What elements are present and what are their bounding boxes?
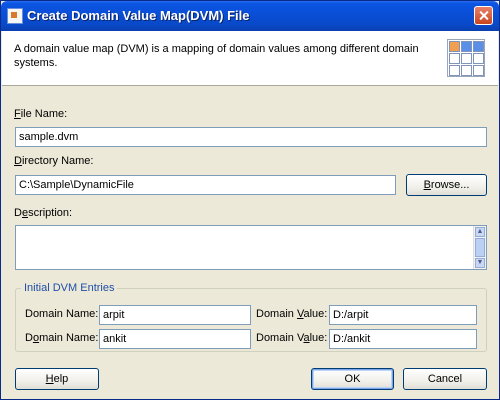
scroll-down-arrow-icon[interactable]: ▼ <box>475 258 485 268</box>
info-description: A domain value map (DVM) is a mapping of… <box>14 43 419 69</box>
file-name-input[interactable]: sample.dvm <box>15 127 487 147</box>
help-button[interactable]: Help <box>15 368 99 390</box>
directory-name-input[interactable]: C:\Sample\DynamicFile <box>15 175 396 195</box>
dvm-grid-icon <box>447 39 485 77</box>
domain-value-label-2: Domain Value: <box>256 332 328 344</box>
domain-value-label-1: Domain Value: <box>256 308 328 320</box>
domain-name-label-1: Domain Name: <box>25 308 99 320</box>
scroll-up-arrow-icon[interactable]: ▲ <box>475 227 485 237</box>
scroll-thumb[interactable] <box>475 238 485 257</box>
close-button[interactable] <box>474 6 493 25</box>
dialog-title: Create Domain Value Map(DVM) File <box>27 8 250 23</box>
file-name-label: File Name: <box>14 108 68 120</box>
title-bar[interactable]: Create Domain Value Map(DVM) File <box>1 1 499 31</box>
browse-button[interactable]: Browse... <box>406 174 487 196</box>
domain-value-input-1[interactable]: D:/arpit <box>329 305 477 325</box>
cancel-button[interactable]: Cancel <box>403 368 487 390</box>
description-scrollbar[interactable]: ▲ ▼ <box>473 226 486 269</box>
ok-button[interactable]: OK <box>311 368 394 390</box>
directory-name-label: Directory Name: <box>14 155 94 167</box>
dialog-app-icon <box>7 8 23 24</box>
domain-name-input-1[interactable]: arpit <box>99 305 251 325</box>
info-panel: A domain value map (DVM) is a mapping of… <box>2 31 498 86</box>
dvm-entries-title: Initial DVM Entries <box>21 282 118 294</box>
domain-name-input-2[interactable]: ankit <box>99 329 251 349</box>
dialog-window: Create Domain Value Map(DVM) File A doma… <box>0 0 500 400</box>
domain-value-input-2[interactable]: D:/ankit <box>329 329 477 349</box>
description-textarea[interactable]: ▲ ▼ <box>15 225 487 270</box>
domain-name-label-2: Domain Name: <box>25 332 99 344</box>
description-label: Description: <box>14 207 73 219</box>
